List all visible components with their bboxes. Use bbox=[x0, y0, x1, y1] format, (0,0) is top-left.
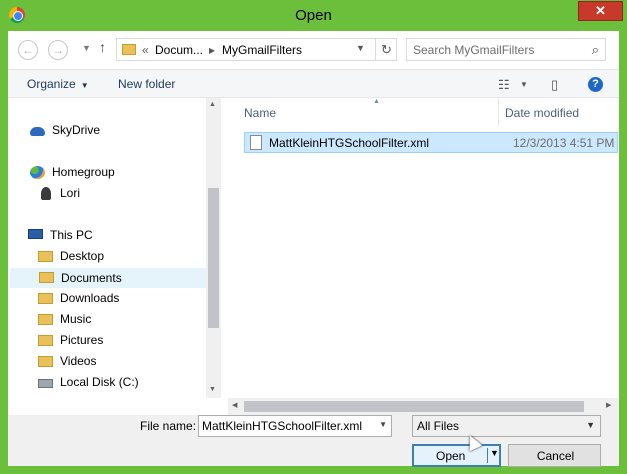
breadcrumb-separator-icon[interactable]: ▸ bbox=[209, 43, 215, 57]
refresh-icon[interactable]: ↻ bbox=[375, 39, 397, 60]
scroll-left-icon[interactable]: ◀ bbox=[232, 401, 237, 409]
nav-item-desktop[interactable]: Desktop bbox=[38, 249, 200, 265]
file-type-value: All Files bbox=[417, 419, 460, 433]
nav-item-homegroup[interactable]: Homegroup bbox=[30, 165, 200, 181]
cancel-button[interactable]: Cancel bbox=[508, 444, 601, 467]
nav-item-documents[interactable]: Documents bbox=[10, 268, 206, 288]
file-name: MattKleinHTGSchoolFilter.xml bbox=[269, 136, 430, 150]
open-options-dropdown-icon[interactable]: ▼ bbox=[490, 448, 499, 458]
folder-icon bbox=[39, 272, 54, 283]
user-icon bbox=[41, 187, 51, 200]
title-bar[interactable]: Open ✕ bbox=[0, 0, 627, 31]
column-header-date-modified[interactable]: Date modified bbox=[505, 106, 579, 120]
scroll-down-icon[interactable]: ▼ bbox=[209, 386, 216, 393]
nav-item-label: Lori bbox=[60, 186, 81, 200]
file-list-horizontal-scrollbar[interactable]: ◀ ▶ bbox=[228, 398, 619, 415]
breadcrumb-documents[interactable]: Docum... bbox=[155, 43, 203, 57]
address-dropdown-icon[interactable]: ▼ bbox=[356, 43, 365, 53]
scrollbar-thumb[interactable] bbox=[208, 188, 219, 328]
folder-icon bbox=[38, 251, 53, 262]
nav-item-downloads[interactable]: Downloads bbox=[38, 291, 200, 307]
new-folder-button[interactable]: New folder bbox=[118, 77, 175, 91]
address-bar[interactable]: « Docum... ▸ MyGmailFilters ▼ ↻ bbox=[116, 38, 397, 61]
folder-icon bbox=[122, 44, 136, 55]
nav-item-videos[interactable]: Videos bbox=[38, 354, 200, 370]
dialog-footer: File name: MattKleinHTGSchoolFilter.xml … bbox=[8, 415, 619, 467]
close-button[interactable]: ✕ bbox=[578, 1, 623, 21]
search-placeholder: Search MyGmailFilters bbox=[413, 43, 535, 57]
folder-icon bbox=[38, 335, 53, 346]
forward-arrow-icon[interactable]: → bbox=[48, 40, 68, 60]
help-icon[interactable]: ? bbox=[588, 77, 603, 92]
nav-item-label: SkyDrive bbox=[52, 123, 101, 137]
sort-ascending-icon: ▲ bbox=[373, 98, 380, 105]
nav-item-label: Homegroup bbox=[52, 165, 115, 179]
drive-icon bbox=[38, 379, 53, 388]
chevron-down-icon: ▼ bbox=[586, 420, 595, 430]
folder-icon bbox=[38, 314, 53, 325]
chevron-down-icon: ▼ bbox=[80, 81, 89, 90]
nav-item-label: This PC bbox=[50, 228, 93, 242]
file-name-field[interactable]: MattKleinHTGSchoolFilter.xml ▼ bbox=[198, 415, 392, 437]
file-name-label: File name: bbox=[140, 419, 197, 433]
nav-item-label: Downloads bbox=[60, 291, 120, 305]
search-input[interactable]: Search MyGmailFilters ⌕ bbox=[406, 38, 606, 61]
cancel-button-label: Cancel bbox=[536, 449, 575, 463]
split-button-divider bbox=[487, 448, 488, 463]
scrollbar-thumb[interactable] bbox=[244, 401, 584, 412]
file-type-select[interactable]: All Files ▼ bbox=[412, 415, 601, 437]
preview-pane-icon[interactable]: ▯ bbox=[551, 77, 558, 93]
back-arrow-icon[interactable]: ← bbox=[18, 40, 38, 60]
nav-item-skydrive[interactable]: SkyDrive bbox=[30, 123, 200, 139]
nav-item-label: Desktop bbox=[60, 249, 105, 263]
chevron-down-icon[interactable]: ▼ bbox=[379, 420, 387, 429]
nav-item-label: Videos bbox=[60, 354, 97, 368]
nav-item-local-disk[interactable]: Local Disk (C:) bbox=[38, 375, 200, 391]
scroll-up-icon[interactable]: ▲ bbox=[209, 101, 216, 108]
nav-item-label: Music bbox=[60, 312, 92, 326]
skydrive-cloud-icon bbox=[30, 127, 45, 136]
view-options-icon[interactable]: ☷ bbox=[498, 77, 510, 93]
xml-file-icon bbox=[250, 135, 262, 150]
open-button[interactable]: Open ▼ bbox=[412, 444, 501, 467]
search-icon[interactable]: ⌕ bbox=[592, 42, 599, 58]
recent-locations-chevron-icon[interactable]: ▼ bbox=[82, 43, 91, 53]
nav-item-music[interactable]: Music bbox=[38, 312, 200, 328]
open-button-label: Open bbox=[436, 449, 466, 463]
nav-item-label: Documents bbox=[61, 271, 122, 285]
window-title: Open bbox=[295, 7, 332, 24]
nav-item-label: Pictures bbox=[60, 333, 104, 347]
open-dialog-window: Open ✕ ← → ▼ ↑ « Docum... ▸ MyGmailFilte… bbox=[0, 0, 627, 474]
file-row[interactable]: MattKleinHTGSchoolFilter.xml 12/3/2013 4… bbox=[244, 132, 618, 153]
command-bar: Organize ▼ New folder ☷ ▼ ▯ ? bbox=[8, 69, 619, 98]
folder-icon bbox=[38, 293, 53, 304]
nav-item-lori[interactable]: Lori bbox=[38, 186, 200, 202]
view-dropdown-icon[interactable]: ▼ bbox=[520, 80, 528, 89]
breadcrumb-mygmailfilters[interactable]: MyGmailFilters bbox=[222, 43, 302, 57]
file-date: 12/3/2013 4:51 PM bbox=[513, 136, 615, 150]
nav-item-this-pc[interactable]: This PC bbox=[28, 228, 200, 244]
nav-item-label: Local Disk (C:) bbox=[60, 375, 139, 389]
address-row: ← → ▼ ↑ « Docum... ▸ MyGmailFilters ▼ ↻ … bbox=[8, 31, 619, 69]
computer-icon bbox=[28, 229, 43, 239]
column-header-row: ▲ Name Date modified bbox=[228, 98, 619, 126]
nav-pane-scrollbar[interactable]: ▲ ▼ bbox=[206, 98, 221, 398]
navigation-pane: SkyDrive Homegroup Lori This PC Desktop … bbox=[8, 98, 221, 398]
folder-icon bbox=[38, 356, 53, 367]
up-arrow-icon[interactable]: ↑ bbox=[99, 39, 106, 55]
dialog-body: ← → ▼ ↑ « Docum... ▸ MyGmailFilters ▼ ↻ … bbox=[8, 31, 619, 467]
column-divider[interactable] bbox=[498, 98, 499, 126]
nav-item-pictures[interactable]: Pictures bbox=[38, 333, 200, 349]
homegroup-icon bbox=[30, 166, 45, 179]
column-header-name[interactable]: Name bbox=[244, 106, 276, 120]
organize-label: Organize bbox=[27, 77, 76, 91]
breadcrumb-overflow[interactable]: « bbox=[142, 43, 149, 57]
file-list-pane: ▲ Name Date modified MattKleinHTGSchoolF… bbox=[228, 98, 619, 398]
scroll-right-icon[interactable]: ▶ bbox=[606, 401, 611, 409]
file-name-value: MattKleinHTGSchoolFilter.xml bbox=[202, 419, 363, 433]
organize-menu[interactable]: Organize ▼ bbox=[27, 77, 89, 91]
